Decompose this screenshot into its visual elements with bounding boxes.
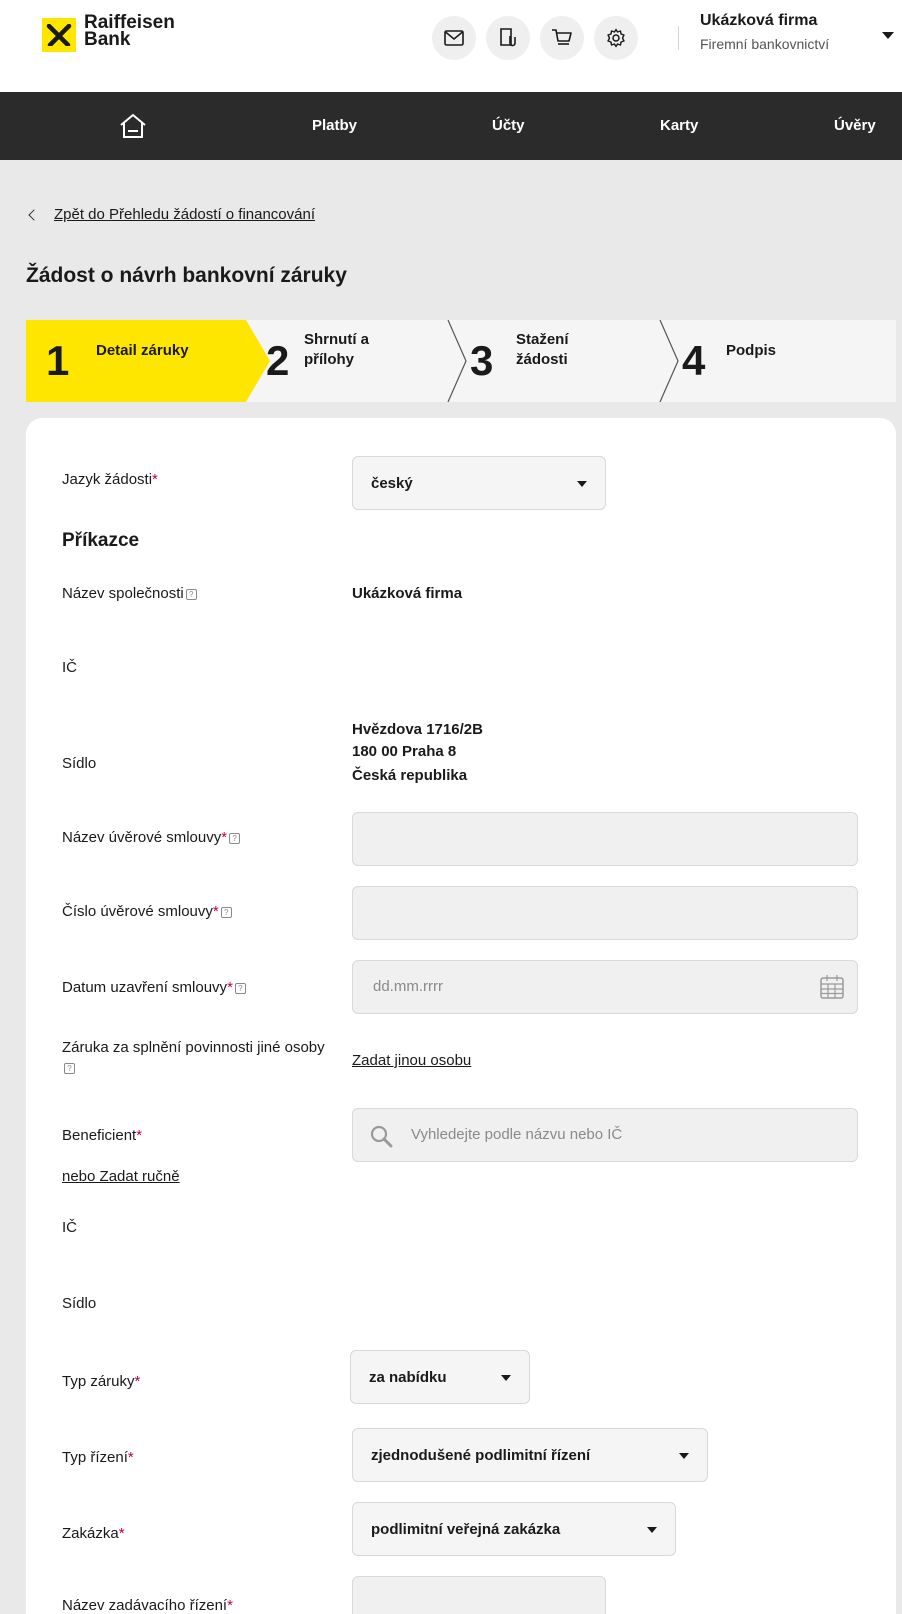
step-3-number: 3 [470, 337, 494, 384]
back-link[interactable]: Zpět do Přehledu žádostí o financování [54, 206, 315, 223]
nav-cards[interactable]: Karty [660, 92, 698, 160]
caret-down-icon [577, 481, 587, 487]
caret-down-icon[interactable] [882, 32, 894, 39]
step-separator-icon [659, 320, 679, 402]
step-2-label: Shrnutí a přílohy [304, 331, 370, 368]
enter-manually-link[interactable]: nebo Zadat ručně [62, 1168, 180, 1185]
company-name: Ukázková firma [700, 12, 818, 29]
contract-kind-select[interactable]: podlimitní veřejná zakázka [352, 1502, 676, 1556]
contract-name-label: Název úvěrové smlouvy*? [62, 828, 241, 848]
logo-text: Raiffeisen Bank [84, 13, 175, 50]
logo-line2: Bank [84, 29, 131, 50]
beneficiary-label: Beneficient* [62, 1127, 143, 1144]
beneficiary-search-input[interactable]: Vyhledejte podle názvu nebo IČ [352, 1108, 858, 1162]
step-1-number: 1 [46, 337, 70, 384]
header-divider [678, 26, 679, 50]
contract-date-input[interactable]: dd.mm.rrrr [352, 960, 858, 1014]
contract-date-label: Datum uzavření smlouvy*? [62, 978, 246, 998]
contract-kind-label: Zakázka* [62, 1525, 125, 1542]
nav-loans[interactable]: Úvěry [834, 92, 876, 160]
step-separator-icon [447, 320, 467, 402]
chevron-left-icon [28, 208, 40, 221]
tender-name-input[interactable] [352, 1576, 606, 1614]
app-header: Raiffeisen Bank Ukázková firma Firemní b… [0, 0, 902, 92]
beneficiary-placeholder: Vyhledejte podle názvu nebo IČ [411, 1126, 623, 1143]
language-select[interactable]: český [352, 456, 606, 510]
contract-kind-value: podlimitní veřejná zakázka [371, 1520, 561, 1538]
step-4-label: Podpis [726, 342, 777, 359]
procedure-type-label: Typ řízení* [62, 1449, 134, 1466]
language-label: Jazyk žádosti* [62, 471, 158, 488]
seat-line3: Česká republika [352, 767, 468, 784]
language-value: český [371, 474, 413, 492]
cart-button[interactable] [540, 16, 584, 60]
company-name-label: Název společnosti? [62, 584, 197, 604]
tender-name-label: Název zadávacího řízení* [62, 1597, 233, 1614]
ico-label: IČ [62, 659, 77, 676]
seat-line2: 180 00 Praha 8 [352, 743, 457, 760]
enter-other-person-link[interactable]: Zadat jinou osobu [352, 1052, 471, 1069]
beneficiary-ico-label: IČ [62, 1219, 77, 1236]
procedure-type-value: zjednodušené podlimitní řízení [371, 1446, 591, 1464]
procedure-type-select[interactable]: zjednodušené podlimitní řízení [352, 1428, 708, 1482]
step-1-label: Detail záruky [96, 342, 189, 359]
caret-down-icon [501, 1375, 511, 1381]
nav-payments[interactable]: Platby [312, 92, 357, 160]
envelope-icon [444, 30, 464, 46]
messages-button[interactable] [432, 16, 476, 60]
step-2-number: 2 [266, 337, 290, 384]
home-icon [120, 113, 146, 138]
info-icon[interactable]: ? [64, 1063, 75, 1074]
date-placeholder: dd.mm.rrrr [373, 978, 443, 995]
stepper: 1 Detail záruky 2 Shrnutí a přílohy 3 St… [26, 320, 896, 402]
nav-accounts[interactable]: Účty [492, 92, 525, 160]
guarantee-type-value: za nabídku [369, 1368, 447, 1386]
contract-number-label: Číslo úvěrové smlouvy*? [62, 902, 232, 922]
document-attachment-icon [500, 28, 516, 47]
calendar-icon[interactable] [819, 974, 845, 1000]
main-nav: Platby Účty Karty Úvěry [0, 92, 902, 160]
guarantee-type-select[interactable]: za nabídku [350, 1350, 530, 1404]
logo-cross-icon [42, 18, 76, 52]
guarantee-type-label: Typ záruky* [62, 1373, 141, 1390]
gear-icon [607, 28, 625, 48]
nav-home[interactable] [118, 112, 148, 140]
caret-down-icon [679, 1453, 689, 1459]
step-3-label: Stažení žádosti [516, 331, 569, 368]
caret-down-icon [647, 1527, 657, 1533]
documents-button[interactable] [486, 16, 530, 60]
raiffeisen-logo[interactable]: Raiffeisen Bank [42, 13, 175, 52]
guarantee-other-label: Záruka za splnění povinnosti jiné osoby? [62, 1039, 325, 1074]
cart-icon [552, 29, 572, 45]
seat-label: Sídlo [62, 755, 97, 772]
beneficiary-seat-label: Sídlo [62, 1295, 97, 1312]
company-subtitle: Firemní bankovnictví [700, 36, 830, 52]
header-icon-bar [432, 16, 638, 60]
contract-number-input[interactable] [352, 886, 858, 940]
seat-line1: Hvězdova 1716/2B [352, 721, 483, 738]
settings-button[interactable] [594, 16, 638, 60]
info-icon[interactable]: ? [185, 589, 197, 600]
search-icon [370, 1125, 393, 1148]
contract-name-input[interactable] [352, 812, 858, 866]
info-icon[interactable]: ? [220, 907, 232, 918]
step-4-number: 4 [682, 337, 706, 384]
info-icon[interactable]: ? [229, 833, 241, 844]
back-link-row: Zpět do Přehledu žádostí o financování [28, 206, 315, 223]
company-name-value: Ukázková firma [352, 585, 463, 602]
section-title-prikazce: Příkazce [62, 530, 140, 551]
info-icon[interactable]: ? [234, 983, 246, 994]
company-switcher[interactable]: Ukázková firma Firemní bankovnictví [700, 12, 829, 52]
page-title: Žádost o návrh bankovní záruky [26, 264, 347, 287]
